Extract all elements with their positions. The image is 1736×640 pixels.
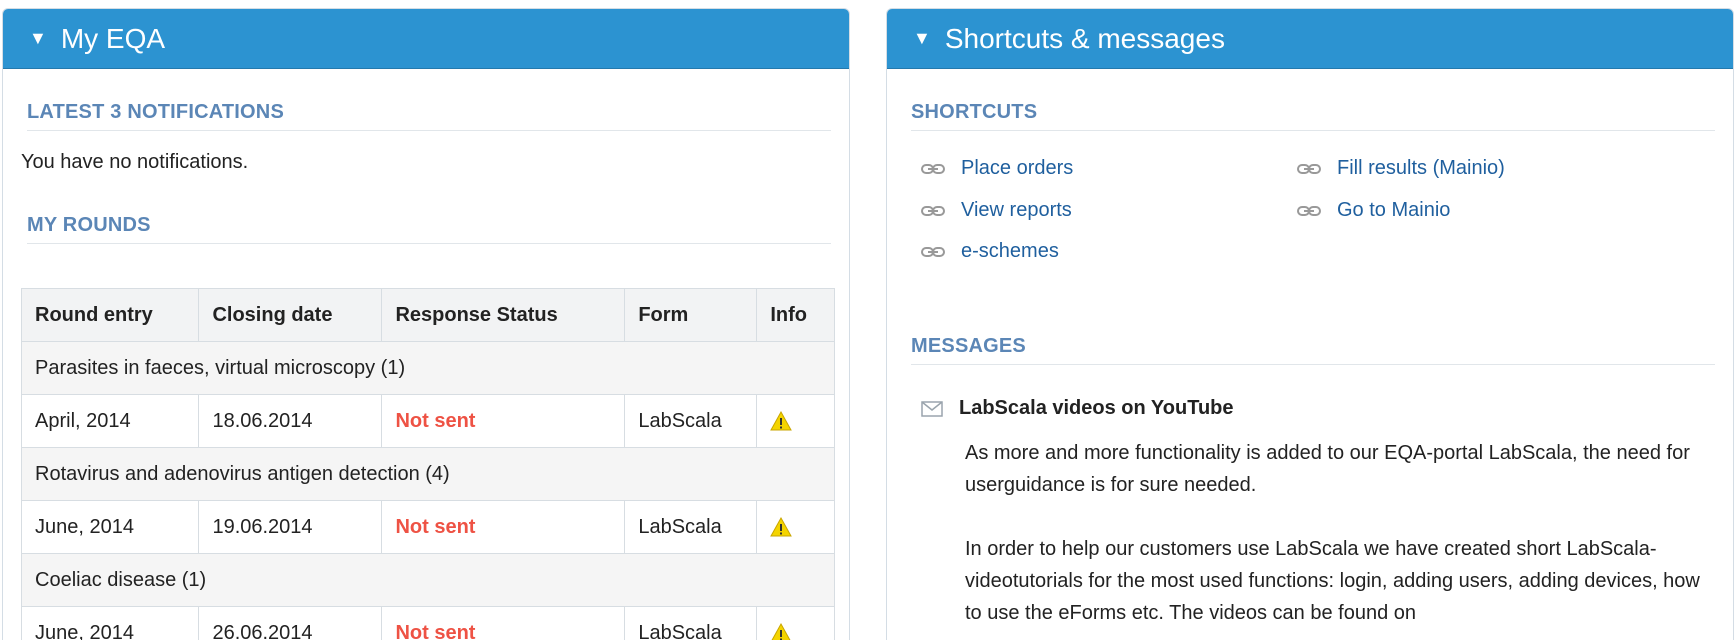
table-row[interactable]: April, 2014 18.06.2014 Not sent LabScala <box>20 394 835 448</box>
column-header-closing-date[interactable]: Closing date <box>198 288 383 342</box>
group-name: Rotavirus and adenovirus antigen detecti… <box>21 447 835 501</box>
table-group-row: Parasites in faeces, virtual microscopy … <box>21 341 835 395</box>
table-group-row: Rotavirus and adenovirus antigen detecti… <box>21 447 835 501</box>
shortcut-go-to-mainio[interactable]: Go to Mainio <box>1297 199 1450 222</box>
shortcuts-heading: SHORTCUTS <box>911 101 1715 131</box>
round-entry-cell: April, 2014 <box>20 394 200 448</box>
message-title-text[interactable]: LabScala videos on YouTube <box>959 397 1234 420</box>
shortcuts-panel-title: Shortcuts & messages <box>944 22 1225 54</box>
column-header-response-status[interactable]: Response Status <box>381 288 626 342</box>
column-header-round-entry[interactable]: Round entry <box>20 288 200 342</box>
warning-icon[interactable] <box>770 623 792 640</box>
link-icon <box>921 246 945 257</box>
shortcut-place-orders[interactable]: Place orders <box>921 157 1073 180</box>
closing-date-cell: 26.06.2014 <box>198 606 383 640</box>
shortcut-label[interactable]: Fill results (Mainio) <box>1337 157 1505 180</box>
mail-icon <box>921 400 943 417</box>
my-eqa-title: My EQA <box>60 22 166 54</box>
shortcut-label[interactable]: Place orders <box>961 157 1073 180</box>
form-cell[interactable]: LabScala <box>624 500 758 554</box>
info-cell[interactable] <box>756 606 835 640</box>
form-cell[interactable]: LabScala <box>624 394 758 448</box>
my-eqa-panel: ▼ My EQA LATEST 3 NOTIFICATIONS You have… <box>2 8 850 640</box>
my-rounds-heading: MY ROUNDS <box>27 214 831 244</box>
shortcuts-messages-panel: ▼ Shortcuts & messages SHORTCUTS Place o… <box>886 8 1734 640</box>
form-cell[interactable]: LabScala <box>624 606 758 640</box>
warning-icon[interactable] <box>770 517 793 537</box>
round-entry-cell: June, 2014 <box>20 606 200 640</box>
shortcut-fill-results[interactable]: Fill results (Mainio) <box>1297 157 1505 180</box>
response-status-cell: Not sent <box>381 394 626 448</box>
column-header-info[interactable]: Info <box>756 288 835 342</box>
message-paragraph-2: In order to help our customers use LabSc… <box>965 538 1700 624</box>
warning-icon[interactable] <box>770 411 793 431</box>
link-icon <box>1297 163 1321 174</box>
group-name: Parasites in faeces, virtual microscopy … <box>21 341 835 395</box>
link-icon <box>1297 205 1321 216</box>
link-icon <box>921 163 945 174</box>
table-header-row: Round entry Closing date Response Status… <box>20 288 835 342</box>
closing-date-cell: 19.06.2014 <box>198 500 383 554</box>
caret-down-icon[interactable]: ▼ <box>913 28 931 49</box>
message-title[interactable]: LabScala videos on YouTube <box>921 397 1234 420</box>
messages-heading: MESSAGES <box>911 335 1715 365</box>
shortcut-label[interactable]: e-schemes <box>961 240 1059 263</box>
response-status-cell: Not sent <box>381 606 626 640</box>
shortcut-e-schemes[interactable]: e-schemes <box>921 240 1059 263</box>
info-cell[interactable] <box>756 500 835 554</box>
table-row[interactable]: June, 2014 26.06.2014 Not sent LabScala <box>20 606 835 640</box>
response-status-cell: Not sent <box>381 500 626 554</box>
notifications-text: You have no notifications. <box>21 151 249 173</box>
column-header-form[interactable]: Form <box>624 288 758 342</box>
rounds-table: Round entry Closing date Response Status… <box>20 288 835 640</box>
closing-date-cell: 18.06.2014 <box>198 394 383 448</box>
caret-down-icon[interactable]: ▼ <box>29 28 47 49</box>
round-entry-cell: June, 2014 <box>20 500 200 554</box>
my-eqa-panel-header[interactable]: ▼ My EQA <box>3 9 849 69</box>
table-row[interactable]: June, 2014 19.06.2014 Not sent LabScala <box>20 500 835 554</box>
link-icon <box>921 205 945 216</box>
shortcut-label[interactable]: View reports <box>961 199 1072 222</box>
group-name: Coeliac disease (1) <box>21 553 835 607</box>
message-paragraph-1: As more and more functionality is added … <box>965 442 1690 496</box>
notifications-heading: LATEST 3 NOTIFICATIONS <box>27 101 831 131</box>
shortcuts-panel-header[interactable]: ▼ Shortcuts & messages <box>887 9 1733 69</box>
shortcut-label[interactable]: Go to Mainio <box>1337 199 1450 222</box>
table-group-row: Coeliac disease (1) <box>21 553 835 607</box>
shortcut-view-reports[interactable]: View reports <box>921 199 1072 222</box>
info-cell[interactable] <box>756 394 835 448</box>
